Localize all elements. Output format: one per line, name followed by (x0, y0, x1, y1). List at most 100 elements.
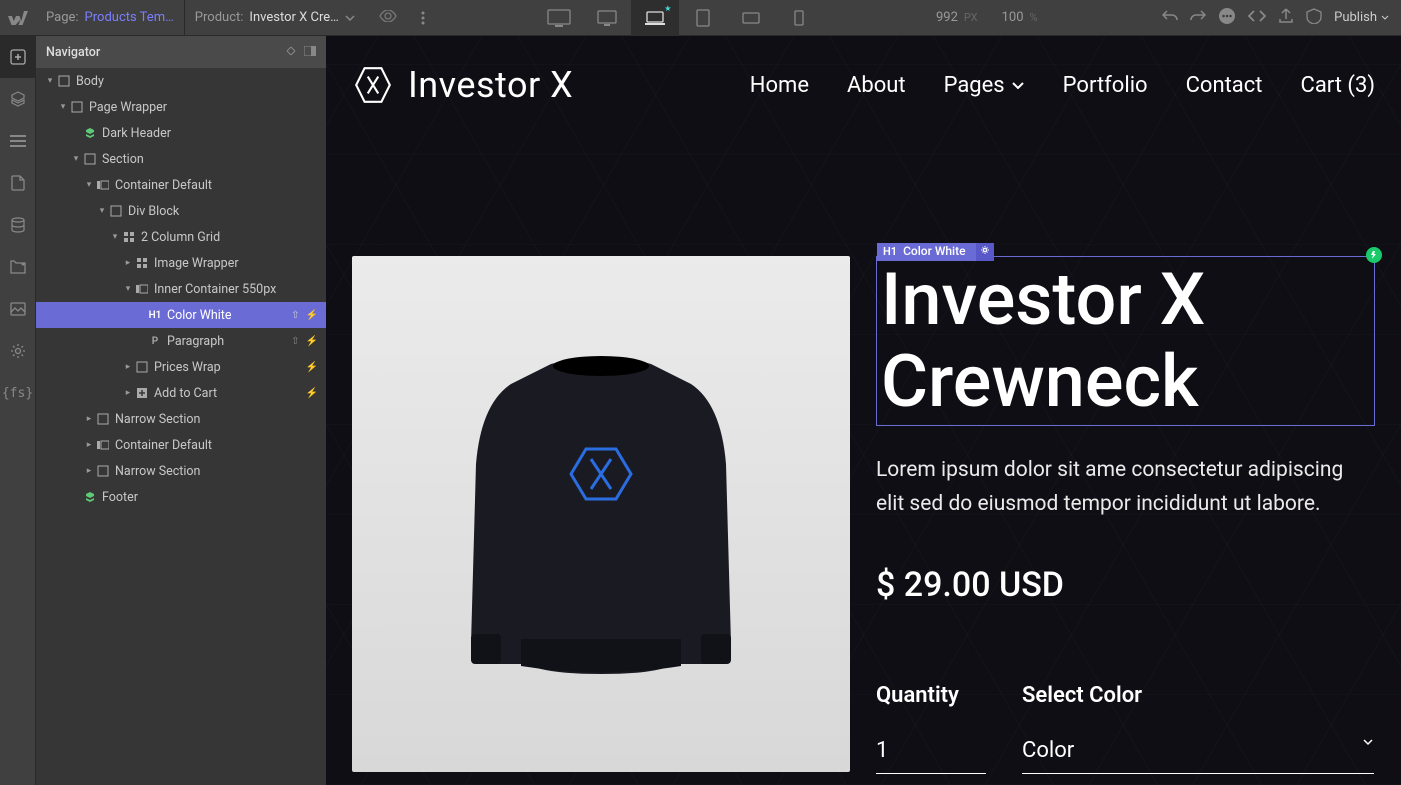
product-title[interactable]: H1 Color White Investor X Crewneck (876, 256, 1375, 426)
kebab-menu[interactable] (411, 11, 435, 25)
tree-node[interactable]: PParagraph⇧⚡ (36, 328, 326, 354)
rail-pages[interactable] (0, 120, 35, 162)
canvas-width[interactable]: 992 PX (924, 10, 990, 25)
topbar: Page: Products Tem… Product: Investor X … (0, 0, 1401, 36)
rail-image[interactable] (0, 288, 35, 330)
selection-tag-label: Color White (903, 245, 965, 259)
nav-pages[interactable]: Pages (944, 73, 1025, 98)
nav-home[interactable]: Home (750, 73, 809, 98)
tree-node[interactable]: ▾Div Block (36, 198, 326, 224)
page-selector[interactable]: Page: Products Tem… (36, 0, 185, 35)
brand-logo-icon (352, 64, 394, 106)
bp-laptop[interactable]: ★ (631, 0, 679, 36)
zoom-unit: % (1030, 11, 1038, 24)
tree-node[interactable]: ▸Add to Cart⚡ (36, 380, 326, 406)
tree-node[interactable]: ▸Prices Wrap⚡ (36, 354, 326, 380)
tree-node[interactable]: ▾Body (36, 68, 326, 94)
panel-toggle-icon[interactable] (304, 45, 316, 60)
collapse-icon[interactable] (286, 45, 296, 60)
navigator-title: Navigator (46, 45, 100, 60)
rail-variables[interactable]: {fs} (0, 372, 35, 414)
chevron-down-icon (1011, 81, 1025, 89)
code-icon[interactable] (1248, 9, 1266, 27)
redo-icon[interactable] (1190, 9, 1206, 27)
rail-add[interactable] (0, 36, 35, 78)
product-info: H1 Color White Investor X Crewneck Lorem… (876, 256, 1375, 774)
bp-desktop[interactable] (583, 0, 631, 36)
bp-mobile[interactable] (775, 0, 823, 36)
site-brand[interactable]: Investor X (352, 64, 573, 106)
bp-tablet[interactable] (679, 0, 727, 36)
canvas[interactable]: Investor X Home About Pages Portfolio Co… (326, 36, 1401, 785)
product-form: Quantity 1 Select Color Color (876, 683, 1375, 774)
binding-badge-icon[interactable] (1366, 247, 1382, 263)
canvas-zoom[interactable]: 100 % (990, 10, 1050, 25)
comments-icon[interactable] (1218, 7, 1236, 29)
product-description[interactable]: Lorem ipsum dolor sit ame consectetur ad… (876, 454, 1375, 521)
publish-label: Publish (1334, 10, 1377, 25)
tree-node[interactable]: ▾Section (36, 146, 326, 172)
product-row: H1 Color White Investor X Crewneck Lorem… (352, 256, 1375, 774)
tree-node[interactable]: ▸Narrow Section (36, 406, 326, 432)
navigator-header: Navigator (36, 36, 326, 68)
product-value: Investor X Cre… (249, 10, 338, 25)
tree-node[interactable]: Dark Header (36, 120, 326, 146)
navigator-tree[interactable]: ▾Body▾Page WrapperDark Header▾Section▾Co… (36, 68, 326, 785)
color-label: Select Color (1022, 683, 1374, 708)
nav-contact[interactable]: Contact (1186, 73, 1263, 98)
nav-about[interactable]: About (847, 73, 906, 98)
tree-node[interactable]: ▾Page Wrapper (36, 94, 326, 120)
page-value: Products Tem… (85, 10, 174, 25)
tree-node[interactable]: ▸Image Wrapper (36, 250, 326, 276)
rail-navigator[interactable] (0, 78, 35, 120)
zoom-value: 100 (1002, 10, 1024, 25)
left-rail: {fs} (0, 36, 36, 785)
rail-cms[interactable] (0, 162, 35, 204)
rail-ecommerce[interactable] (0, 204, 35, 246)
brand-text: Investor X (408, 64, 573, 106)
audit-icon[interactable] (1306, 8, 1322, 28)
breakpoint-switcher: ★ (535, 0, 823, 35)
sweater-graphic (441, 344, 761, 684)
chevron-down-icon (1362, 738, 1374, 746)
chevron-down-icon (1381, 15, 1389, 20)
nav-portfolio[interactable]: Portfolio (1063, 73, 1148, 98)
selection-tag[interactable]: H1 Color White (877, 243, 994, 261)
chevron-down-icon (345, 15, 355, 21)
site-header: Investor X Home About Pages Portfolio Co… (352, 64, 1375, 106)
site-nav: Home About Pages Portfolio Contact Cart … (750, 73, 1375, 98)
gear-icon[interactable] (976, 243, 994, 261)
tree-node[interactable]: ▾Container Default (36, 172, 326, 198)
navigator-panel: Navigator ▾Body▾Page WrapperDark Header▾… (36, 36, 326, 785)
product-title-text: Investor X Crewneck (881, 257, 1205, 424)
webflow-logo[interactable] (0, 11, 36, 25)
bp-mobile-landscape[interactable] (727, 0, 775, 36)
quantity-column: Quantity 1 (876, 683, 986, 774)
page-label: Page: (46, 10, 79, 25)
preview-toggle[interactable] (365, 10, 411, 26)
publish-button[interactable]: Publish (1334, 10, 1389, 25)
tree-node[interactable]: ▾2 Column Grid (36, 224, 326, 250)
color-select[interactable]: Color (1022, 738, 1374, 774)
rail-settings[interactable] (0, 330, 35, 372)
color-column: Select Color Color (1022, 683, 1374, 774)
tree-node[interactable]: ▸Container Default (36, 432, 326, 458)
color-value: Color (1022, 738, 1074, 763)
tree-node[interactable]: ▾Inner Container 550px (36, 276, 326, 302)
width-value: 992 (936, 10, 958, 25)
rail-assets[interactable] (0, 246, 35, 288)
export-icon[interactable] (1278, 8, 1294, 28)
site-preview: Investor X Home About Pages Portfolio Co… (326, 36, 1401, 785)
undo-icon[interactable] (1162, 9, 1178, 27)
tree-node[interactable]: ▸Narrow Section (36, 458, 326, 484)
product-price[interactable]: $ 29.00 USD (876, 565, 1375, 605)
quantity-label: Quantity (876, 683, 986, 708)
tree-node[interactable]: H1Color White⇧⚡ (36, 302, 326, 328)
product-label: Product: (195, 10, 244, 25)
bp-desktop-xl[interactable] (535, 0, 583, 36)
nav-cart[interactable]: Cart (3) (1301, 73, 1376, 98)
product-selector[interactable]: Product: Investor X Cre… (185, 0, 365, 35)
product-image[interactable] (352, 256, 850, 772)
tree-node[interactable]: Footer (36, 484, 326, 510)
quantity-input[interactable]: 1 (876, 738, 986, 774)
